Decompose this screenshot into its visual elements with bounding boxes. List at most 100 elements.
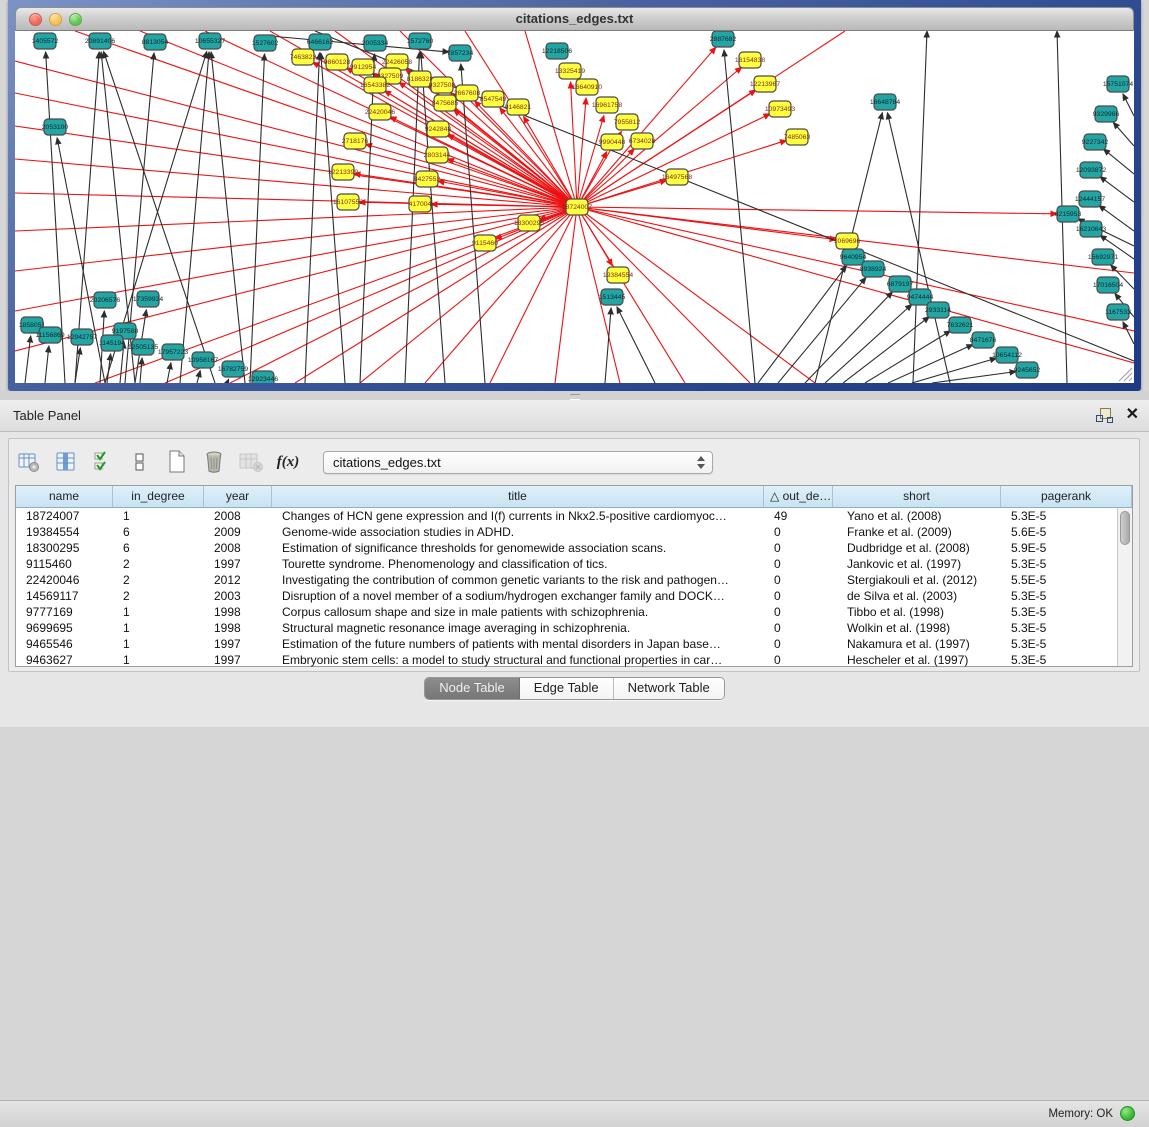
graph-node-6734028[interactable]: 6734028	[629, 133, 656, 149]
graph-node-13325419[interactable]: 13325419	[555, 63, 585, 79]
graph-node-12213967[interactable]: 12213967	[750, 76, 780, 92]
graph-node-6466162[interactable]: 6466162	[307, 34, 334, 50]
graph-node-12093872[interactable]: 12093872	[1076, 162, 1106, 178]
graph-node-16648784[interactable]: 16648784	[870, 94, 900, 110]
table-row[interactable]: 946554611997Estimation of the future num…	[16, 636, 1132, 652]
graph-node-10654112[interactable]: 10654112	[992, 347, 1022, 363]
graph-node-7485063[interactable]: 7485063	[784, 129, 811, 145]
graph-node-16640910[interactable]: 16640910	[572, 79, 602, 95]
graph-node-10973493[interactable]: 10973493	[765, 101, 795, 117]
graph-node-15751074[interactable]: 15751074	[1103, 76, 1133, 92]
graph-node-8215953[interactable]: 8215953	[1055, 206, 1082, 222]
table-scrollbar[interactable]	[1117, 508, 1132, 666]
graph-node-12213399[interactable]: 12213399	[328, 164, 358, 180]
graph-node-16154838[interactable]: 16154838	[735, 52, 765, 68]
graph-node-2005334[interactable]: 2005334	[362, 35, 389, 51]
graph-node-17359924[interactable]: 17359924	[133, 291, 163, 307]
graph-node-20206576[interactable]: 20206576	[90, 292, 120, 308]
float-panel-icon[interactable]	[1096, 407, 1112, 423]
graph-node-16543382[interactable]: 16543382	[360, 77, 390, 93]
graph-node-16210643[interactable]: 16210643	[1076, 221, 1106, 237]
graph-node-8471676[interactable]: 8471676	[970, 332, 997, 348]
column-header-name[interactable]: name	[16, 486, 113, 507]
graph-node-1527602[interactable]: 1527602	[252, 35, 279, 51]
table-settings-icon[interactable]	[15, 448, 43, 476]
table-row[interactable]: 1872400712008Changes of HCN gene express…	[16, 508, 1132, 524]
graph-node-10655327[interactable]: 10655327	[195, 33, 225, 49]
graph-node-9912954[interactable]: 9912954	[350, 59, 377, 75]
graph-node-2053100[interactable]: 2053100	[42, 119, 69, 135]
graph-node-1069696[interactable]: 1069696	[834, 233, 861, 249]
graph-node-17957223[interactable]: 17957223	[158, 344, 188, 360]
graph-node-16497568[interactable]: 16497568	[662, 169, 692, 185]
graph-node-10958167[interactable]: 10958167	[188, 352, 218, 368]
function-builder-icon[interactable]: f(x)	[274, 448, 302, 476]
graph-node-8475685[interactable]: 8475685	[432, 95, 459, 111]
graph-node-12218506[interactable]: 12218506	[542, 43, 572, 59]
tab-node-table[interactable]: Node Table	[425, 678, 520, 699]
network-canvas[interactable]: 1405572 20891406 8813054 10655327 1527602 646…	[15, 31, 1134, 383]
graph-node-7857234[interactable]: 7857234	[447, 45, 474, 61]
graph-node-8186328[interactable]: 8186328	[407, 71, 434, 87]
window-titlebar[interactable]: citations_edges.txt	[15, 7, 1134, 31]
delete-table-icon[interactable]	[237, 448, 265, 476]
graph-node-1572760[interactable]: 1572760	[407, 33, 434, 49]
column-header-year[interactable]: year	[204, 486, 272, 507]
graph-node-12505135[interactable]: 12505135	[128, 339, 158, 355]
graph-node-22420046[interactable]: 22420046	[365, 104, 395, 120]
graph-node-1145194[interactable]: 1145194	[99, 335, 125, 351]
graph-node-16782759[interactable]: 16782759	[218, 361, 248, 377]
column-header-in_degree[interactable]: in_degree	[113, 486, 204, 507]
graph-node-8427552[interactable]: 8427552	[414, 171, 441, 187]
graph-node-2667608[interactable]: 2667608	[454, 85, 481, 101]
table-row[interactable]: 1456911722003Disruption of a novel membe…	[16, 588, 1132, 604]
graph-node-8938924[interactable]: 8938924	[860, 261, 887, 277]
graph-node-7632621[interactable]: 7632621	[947, 317, 974, 333]
close-panel-icon[interactable]: ✕	[1126, 407, 1139, 423]
scrollbar-thumb[interactable]	[1120, 511, 1130, 545]
table-row[interactable]: 2242004622012Investigating the contribut…	[16, 572, 1132, 588]
graph-node-9860128[interactable]: 9860128	[324, 54, 351, 70]
tab-edge-table[interactable]: Edge Table	[520, 678, 614, 699]
graph-node-8813054[interactable]: 8813054	[142, 34, 169, 50]
graph-node-11156869[interactable]: 11156869	[35, 327, 64, 343]
graph-node-2933114[interactable]: 2933114	[925, 302, 951, 318]
table-row[interactable]: 1830029562008Estimation of significance …	[16, 540, 1132, 556]
table-row[interactable]: 911546021997Tourette syndrome. Phenomeno…	[16, 556, 1132, 572]
graph-node-9245652[interactable]: 9245652	[1014, 362, 1041, 378]
graph-node-20891406[interactable]: 20891406	[85, 33, 115, 49]
column-header-pagerank[interactable]: pagerank	[1001, 486, 1132, 507]
column-header-out_de[interactable]: △ out_de…	[764, 486, 833, 507]
table-row[interactable]: 977716911998Corpus callosum shape and si…	[16, 604, 1132, 620]
graph-node-12444157[interactable]: 12444157	[1075, 191, 1105, 207]
graph-node-17016504[interactable]: 17016504	[1093, 277, 1123, 293]
graph-node-7955812[interactable]: 7955812	[614, 114, 641, 130]
tab-network-table[interactable]: Network Table	[614, 678, 724, 699]
graph-node-16961758[interactable]: 16961758	[592, 97, 622, 113]
show-columns-icon[interactable]	[52, 448, 80, 476]
graph-node-1167533[interactable]: 1167533	[1105, 304, 1131, 320]
panel-splitter[interactable]	[0, 391, 1149, 400]
memory-status-indicator[interactable]	[1120, 1106, 1135, 1121]
table-row[interactable]: 946362711997Embryonic stem cells: a mode…	[16, 652, 1132, 668]
graph-node-9115460[interactable]: 9115460	[472, 235, 498, 251]
graph-node-2718176[interactable]: 2718176	[342, 133, 369, 149]
table-row[interactable]: 1938455462009Genome-wide association stu…	[16, 524, 1132, 540]
graph-node-9329966[interactable]: 9329966	[1093, 106, 1120, 122]
graph-node-9990448[interactable]: 9990448	[599, 134, 626, 150]
graph-node-9327508[interactable]: 9327508	[429, 77, 456, 93]
graph-node-2887682[interactable]: 2887682	[710, 31, 737, 47]
graph-node-12942757[interactable]: 12942757	[67, 329, 97, 345]
graph-node-15692971[interactable]: 15692971	[1088, 249, 1118, 265]
graph-node-9227342[interactable]: 9227342	[1082, 134, 1109, 150]
graph-node-18724007[interactable]: 18724007	[562, 199, 592, 215]
table-selector-dropdown[interactable]: citations_edges.txt	[323, 451, 713, 474]
graph-node-18300295[interactable]: 18300295	[514, 215, 544, 231]
graph-node-12923446[interactable]: 12923446	[248, 371, 278, 383]
graph-node-2803144[interactable]: 2803144	[424, 147, 451, 163]
graph-node-9242848[interactable]: 9242848	[425, 121, 452, 137]
canvas-resize-grip-icon[interactable]	[1119, 368, 1132, 381]
graph-node-417004[interactable]: 417004	[409, 196, 432, 212]
graph-node-1405572[interactable]: 1405572	[32, 33, 59, 49]
column-header-short[interactable]: short	[833, 486, 1001, 507]
